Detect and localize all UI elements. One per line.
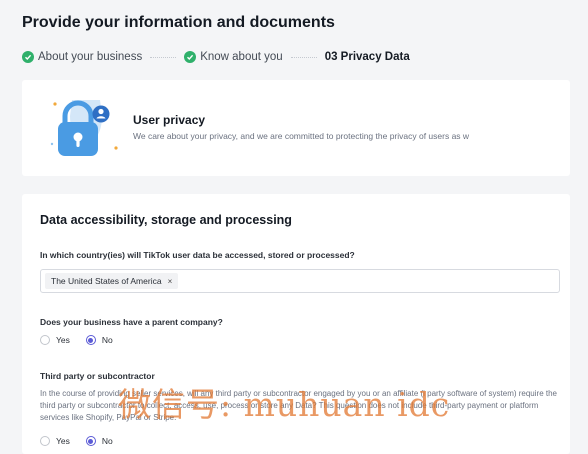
third-party-radio-group: Yes No (40, 436, 121, 446)
radio-no[interactable]: No (85, 335, 113, 345)
radio-yes[interactable]: Yes (40, 335, 70, 345)
section-title: Data accessibility, storage and processi… (40, 213, 292, 227)
watermark-text: 微信号: muhuan idc (118, 385, 451, 424)
radio-circle-selected[interactable] (85, 436, 96, 446)
radio-circle[interactable] (40, 436, 50, 446)
parent-company-label: Does your business have a parent company… (40, 317, 223, 327)
page-title: Provide your information and documents (22, 14, 335, 31)
step-connector (290, 56, 317, 58)
radio-label: No (101, 436, 113, 446)
radio-label: Yes (56, 436, 70, 446)
radio-circle[interactable] (40, 335, 50, 345)
radio-label: Yes (56, 335, 70, 345)
step-privacy-data[interactable]: 03 Privacy Data (325, 51, 410, 63)
step-label: About your business (38, 51, 143, 63)
step-know-about-you[interactable]: Know about you (184, 51, 283, 63)
privacy-lock-illustration (50, 100, 118, 156)
radio-circle-selected[interactable] (85, 335, 96, 345)
country-multiselect[interactable]: The United States of America × (40, 269, 560, 293)
step-label: 03 Privacy Data (324, 51, 410, 63)
radio-yes[interactable]: Yes (40, 436, 70, 446)
check-circle-icon (184, 51, 197, 63)
country-question-label: In which country(ies) will TikTok user d… (40, 250, 355, 260)
radio-no[interactable]: No (85, 436, 113, 446)
radio-label: No (101, 335, 113, 345)
remove-chip-icon[interactable]: × (168, 277, 173, 286)
step-about-business[interactable]: About your business (22, 51, 142, 63)
privacy-title: User privacy (133, 113, 206, 127)
country-chip: The United States of America × (45, 273, 179, 289)
step-connector (150, 56, 177, 58)
stepper: About your business Know about you 03 Pr… (22, 51, 410, 63)
check-circle-icon (22, 51, 34, 63)
step-label: Know about you (200, 51, 283, 63)
user-privacy-card: User privacy We care about your privacy,… (22, 80, 570, 176)
parent-company-radio-group: Yes No (40, 335, 121, 345)
chip-label: The United States of America (51, 276, 162, 286)
privacy-description: We care about your privacy, and we are c… (133, 131, 470, 141)
